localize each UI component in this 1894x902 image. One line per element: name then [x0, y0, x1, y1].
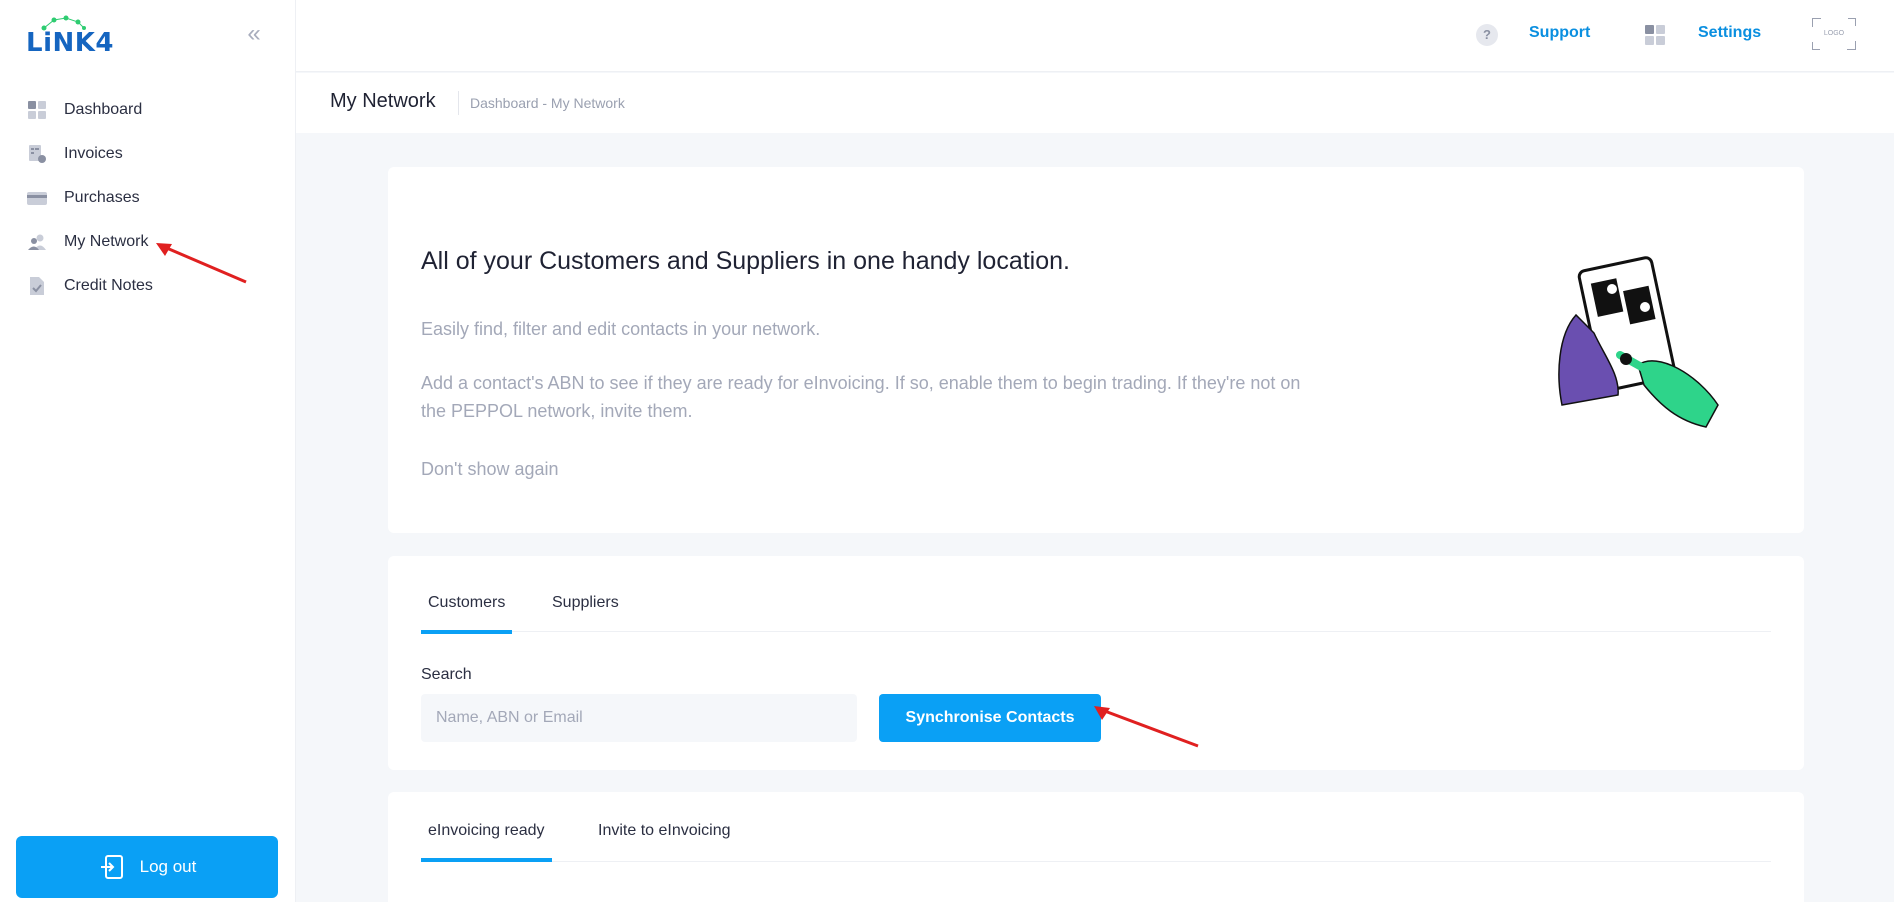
phone-hands-illustration	[1558, 256, 1719, 428]
intro-heading: All of your Customers and Suppliers in o…	[421, 247, 1070, 275]
logout-label: Log out	[139, 857, 197, 876]
logo-text: LiNK4	[26, 28, 114, 58]
sidebar-item-label: Credit Notes	[64, 277, 153, 294]
page-title: My Network	[330, 90, 436, 112]
contacts-card: Customers Suppliers Search Synchronise C…	[388, 556, 1804, 770]
intro-paragraph: Easily find, filter and edit contacts in…	[421, 319, 821, 339]
synchronise-contacts-button[interactable]: Synchronise Contacts	[879, 694, 1101, 742]
sidebar-nav: Dashboard Invoices Purchases My Network …	[0, 88, 296, 308]
settings-grid-icon[interactable]	[1644, 24, 1666, 46]
search-input[interactable]	[421, 694, 857, 742]
tab-invite-to-einvoicing[interactable]: Invite to eInvoicing	[591, 822, 738, 860]
tab-suppliers[interactable]: Suppliers	[545, 594, 626, 632]
document-check-icon	[30, 277, 44, 295]
contacts-list-card: eInvoicing ready Invite to eInvoicing	[388, 792, 1804, 902]
sidebar-item-dashboard[interactable]: Dashboard	[0, 88, 296, 132]
help-icon[interactable]: ?	[1476, 24, 1498, 46]
tab-customers[interactable]: Customers	[421, 594, 513, 634]
intro-card: All of your Customers and Suppliers in o…	[388, 167, 1804, 533]
sidebar-item-invoices[interactable]: Invoices	[0, 132, 296, 176]
search-label: Search	[421, 666, 472, 683]
sidebar-item-label: Dashboard	[64, 101, 143, 118]
contact-type-tabs: Customers Suppliers	[421, 594, 1771, 634]
app-logo[interactable]: LiNK4	[26, 14, 113, 58]
sidebar-item-credit-notes[interactable]: Credit Notes	[0, 264, 296, 308]
collapse-sidebar-button[interactable]: «	[240, 20, 268, 48]
invoice-icon	[29, 145, 46, 163]
breadcrumb-divider	[458, 91, 459, 115]
tab-einvoicing-ready[interactable]: eInvoicing ready	[421, 822, 552, 862]
sidebar-item-purchases[interactable]: Purchases	[0, 176, 296, 220]
sidebar-item-label: Purchases	[64, 189, 140, 206]
intro-paragraph: Add a contact's ABN to see if they are r…	[421, 373, 1301, 421]
sidebar-item-my-network[interactable]: My Network	[0, 220, 296, 264]
breadcrumb: Dashboard - My Network	[470, 95, 625, 111]
logout-button[interactable]: Log out	[16, 836, 278, 898]
logout-icon	[100, 855, 123, 879]
dashboard-icon	[28, 101, 46, 119]
company-logo-avatar[interactable]: LOGO	[1812, 18, 1856, 50]
people-icon	[28, 234, 46, 250]
page-header: My Network Dashboard - My Network	[296, 73, 1894, 133]
dont-show-again-link[interactable]: Don't show again	[421, 459, 559, 480]
avatar-text: LOGO	[1823, 30, 1845, 37]
einvoicing-tabs: eInvoicing ready Invite to eInvoicing	[421, 822, 1771, 862]
sidebar-item-label: My Network	[64, 233, 149, 250]
settings-link[interactable]: Settings	[1698, 24, 1761, 42]
card-icon	[27, 192, 47, 205]
top-bar: ? Support Settings LOGO	[296, 0, 1894, 72]
sidebar: LiNK4 « Dashboard Invoices Purchases My …	[0, 0, 296, 902]
sidebar-item-label: Invoices	[64, 145, 123, 162]
support-link[interactable]: Support	[1529, 24, 1590, 42]
